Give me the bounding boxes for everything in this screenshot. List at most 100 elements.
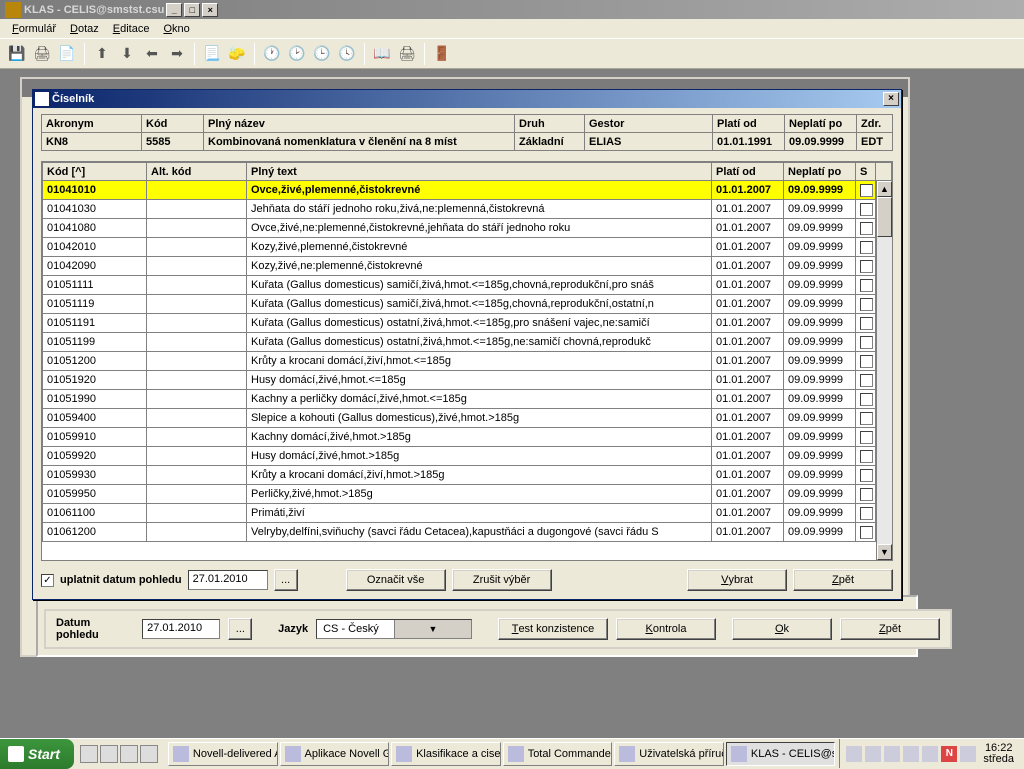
- grid-col-header[interactable]: Plný text: [247, 163, 712, 181]
- cell-n[interactable]: 09.09.9999: [784, 219, 856, 238]
- row-checkbox[interactable]: [860, 374, 873, 387]
- cell-p[interactable]: 01.01.2007: [712, 371, 784, 390]
- row-checkbox[interactable]: [860, 336, 873, 349]
- cell-p[interactable]: 01.01.2007: [712, 333, 784, 352]
- cell-a[interactable]: [147, 390, 247, 409]
- row-checkbox[interactable]: [860, 222, 873, 235]
- mark-all-button[interactable]: Označit vše: [346, 569, 446, 591]
- grid-col-header[interactable]: Kód [^]: [43, 163, 147, 181]
- tool-exit-icon[interactable]: 🚪: [431, 43, 453, 65]
- cell-n[interactable]: 09.09.9999: [784, 447, 856, 466]
- cell-t[interactable]: Kozy,živé,ne:plemenné,čistokrevné: [247, 257, 712, 276]
- cell-t[interactable]: Slepice a kohouti (Gallus domesticus),ži…: [247, 409, 712, 428]
- row-checkbox[interactable]: [860, 507, 873, 520]
- table-row[interactable]: 01059910Kachny domácí,živé,hmot.>185g01.…: [43, 428, 892, 447]
- tray-icon[interactable]: [903, 746, 919, 762]
- tool-save-icon[interactable]: 💾: [6, 43, 28, 65]
- tray-icon[interactable]: [846, 746, 862, 762]
- tool-nav-right-icon[interactable]: ➡: [166, 43, 188, 65]
- cell-a[interactable]: [147, 314, 247, 333]
- cell-a[interactable]: [147, 219, 247, 238]
- cell-a[interactable]: [147, 504, 247, 523]
- cell-a[interactable]: [147, 523, 247, 542]
- cell-n[interactable]: 09.09.9999: [784, 485, 856, 504]
- table-row[interactable]: 01051111 Kuřata (Gallus domesticus) samič…: [43, 276, 892, 295]
- cell-n[interactable]: 09.09.9999: [784, 276, 856, 295]
- grid-col-header[interactable]: Alt. kód: [147, 163, 247, 181]
- cell-n[interactable]: 09.09.9999: [784, 428, 856, 447]
- minimize-button[interactable]: _: [166, 3, 182, 17]
- cell-k[interactable]: 01042090: [43, 257, 147, 276]
- table-row[interactable]: 01041010Ovce,živé,plemenné,čistokrevné01…: [43, 181, 892, 200]
- cell-k[interactable]: 01059930: [43, 466, 147, 485]
- cell-n[interactable]: 09.09.9999: [784, 314, 856, 333]
- tool-clock3-icon[interactable]: 🕒: [311, 43, 333, 65]
- taskbar-item[interactable]: Aplikace Novell Gro...: [280, 742, 390, 766]
- cell-k[interactable]: 01041030: [43, 200, 147, 219]
- cell-n[interactable]: 09.09.9999: [784, 295, 856, 314]
- row-checkbox[interactable]: [860, 184, 873, 197]
- cell-k[interactable]: 01051191: [43, 314, 147, 333]
- row-checkbox[interactable]: [860, 431, 873, 444]
- date-picker-button[interactable]: ...: [274, 569, 298, 591]
- grid-scrollbar[interactable]: ▲ ▼: [876, 181, 892, 560]
- table-row[interactable]: 01051200Krůty a krocani domácí,živí,hmot…: [43, 352, 892, 371]
- cell-k[interactable]: 01051920: [43, 371, 147, 390]
- back-button[interactable]: Zpět: [793, 569, 893, 591]
- ql-icon-4[interactable]: [140, 745, 158, 763]
- cell-t[interactable]: Ovce,živé,ne:plemenné,čistokrevné,jehňat…: [247, 219, 712, 238]
- cell-t[interactable]: Krůty a krocani domácí,živí,hmot.>185g: [247, 466, 712, 485]
- ql-icon-2[interactable]: [100, 745, 118, 763]
- table-row[interactable]: 01051990Kachny a perličky domácí,živé,hm…: [43, 390, 892, 409]
- scroll-thumb[interactable]: [877, 197, 892, 237]
- cell-n[interactable]: 09.09.9999: [784, 352, 856, 371]
- row-checkbox[interactable]: [860, 469, 873, 482]
- tool-nav-up-icon[interactable]: ⬆: [91, 43, 113, 65]
- tray-icon[interactable]: [865, 746, 881, 762]
- tray-icon-n[interactable]: N: [941, 746, 957, 762]
- table-row[interactable]: 01042010Kozy,živé,plemenné,čistokrevné01…: [43, 238, 892, 257]
- taskbar-item[interactable]: Uživatelská příručka...: [614, 742, 724, 766]
- table-row[interactable]: 01059930 Krůty a krocani domácí,živí,hmot…: [43, 466, 892, 485]
- cell-a[interactable]: [147, 333, 247, 352]
- cell-p[interactable]: 01.01.2007: [712, 352, 784, 371]
- test-konzistence-button[interactable]: Test konzistence: [498, 618, 608, 640]
- cell-a[interactable]: [147, 238, 247, 257]
- cell-p[interactable]: 01.01.2007: [712, 428, 784, 447]
- taskbar-item[interactable]: Klasifikace a ciselnik...: [391, 742, 501, 766]
- cell-k[interactable]: 01059920: [43, 447, 147, 466]
- cell-k[interactable]: 01059400: [43, 409, 147, 428]
- cell-n[interactable]: 09.09.9999: [784, 181, 856, 200]
- cell-a[interactable]: [147, 466, 247, 485]
- cell-k[interactable]: 01061100: [43, 504, 147, 523]
- menu-dotaz[interactable]: Dotaz: [64, 21, 105, 37]
- date-input[interactable]: 27.01.2010: [142, 619, 220, 639]
- row-checkbox[interactable]: [860, 241, 873, 254]
- cell-p[interactable]: 01.01.2007: [712, 390, 784, 409]
- cell-a[interactable]: [147, 181, 247, 200]
- cell-a[interactable]: [147, 447, 247, 466]
- tray-icon[interactable]: [884, 746, 900, 762]
- cell-t[interactable]: Kuřata (Gallus domesticus) samičí,živá,h…: [247, 276, 712, 295]
- cell-k[interactable]: 01051119: [43, 295, 147, 314]
- menu-editace[interactable]: Editace: [107, 21, 156, 37]
- apply-date-input[interactable]: 27.01.2010: [188, 570, 268, 590]
- row-checkbox[interactable]: [860, 279, 873, 292]
- tool-nav-left-icon[interactable]: ⬅: [141, 43, 163, 65]
- cell-k[interactable]: 01051111: [43, 276, 147, 295]
- grid-col-header[interactable]: S: [856, 163, 876, 181]
- cell-p[interactable]: 01.01.2007: [712, 219, 784, 238]
- cell-p[interactable]: 01.01.2007: [712, 466, 784, 485]
- date-picker-button-2[interactable]: ...: [228, 618, 252, 640]
- cell-p[interactable]: 01.01.2007: [712, 447, 784, 466]
- cell-k[interactable]: 01041080: [43, 219, 147, 238]
- cell-a[interactable]: [147, 371, 247, 390]
- clear-selection-button[interactable]: Zrušit výběr: [452, 569, 552, 591]
- cell-t[interactable]: Kuřata (Gallus domesticus) ostatní,živá,…: [247, 333, 712, 352]
- table-row[interactable]: 01059920Husy domácí,živé,hmot.>185g01.01…: [43, 447, 892, 466]
- ok-button[interactable]: Ok: [732, 618, 832, 640]
- taskbar-item[interactable]: Novell-delivered Ap...: [168, 742, 278, 766]
- tool-new-icon[interactable]: 📃: [201, 43, 223, 65]
- cell-t[interactable]: Kuřata (Gallus domesticus) ostatní,živá,…: [247, 314, 712, 333]
- cell-a[interactable]: [147, 200, 247, 219]
